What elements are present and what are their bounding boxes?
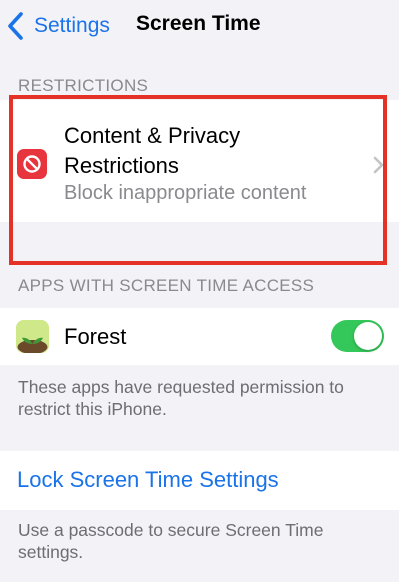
- screen-time-page: Settings Screen Time RESTRICTIONS Conten…: [0, 0, 399, 582]
- lock-screen-time-settings-button[interactable]: Lock Screen Time Settings: [17, 467, 279, 493]
- page-title: Screen Time: [136, 12, 261, 35]
- apps-access-footnote: These apps have requested permission to …: [18, 377, 344, 419]
- navigation-bar: Settings Screen Time: [0, 0, 399, 52]
- back-button[interactable]: Settings: [6, 10, 110, 42]
- chevron-right-icon: [373, 156, 384, 174]
- back-button-label: Settings: [34, 14, 110, 37]
- restrictions-section-header: RESTRICTIONS: [18, 76, 149, 95]
- lock-footnote: Use a passcode to secure Screen Time set…: [18, 520, 324, 562]
- no-entry-icon: [17, 149, 47, 179]
- chevron-left-icon: [8, 12, 23, 40]
- content-privacy-title: Content & Privacy Restrictions: [64, 123, 241, 178]
- apps-access-section-header: APPS WITH SCREEN TIME ACCESS: [18, 276, 315, 295]
- forest-app-icon: [16, 320, 49, 353]
- toggle-knob: [354, 322, 382, 350]
- content-privacy-subtitle: Block inappropriate content: [64, 182, 307, 204]
- forest-toggle[interactable]: [331, 320, 384, 352]
- app-name-forest: Forest: [64, 324, 127, 349]
